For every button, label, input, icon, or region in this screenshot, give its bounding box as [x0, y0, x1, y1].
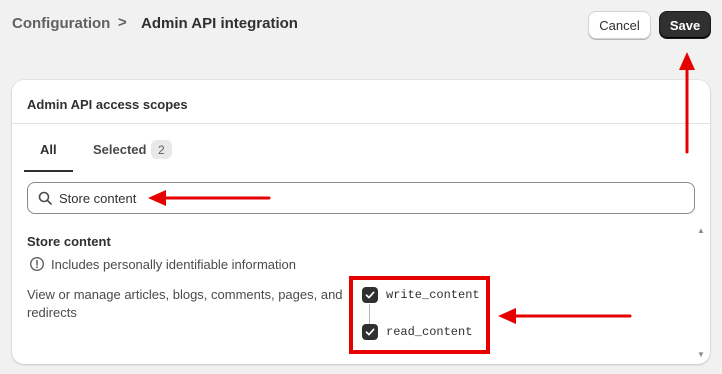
check-icon	[365, 328, 375, 336]
search-input[interactable]: Store content	[27, 182, 695, 214]
scope-write-content[interactable]: write_content	[362, 287, 480, 303]
checkbox-read-content[interactable]	[362, 324, 378, 340]
scroll-up-arrow-icon[interactable]: ▲	[697, 226, 705, 235]
check-icon	[365, 291, 375, 299]
search-icon	[38, 191, 52, 205]
selected-count-badge: 2	[151, 140, 172, 159]
scope-connector-line	[369, 304, 370, 324]
save-button[interactable]: Save	[659, 11, 711, 39]
access-scopes-card: Admin API access scopes All Selected 2 S…	[12, 80, 710, 364]
active-tab-indicator	[24, 170, 73, 172]
section-title: Store content	[27, 234, 111, 249]
info-circle-icon	[29, 256, 45, 272]
section-description: View or manage articles, blogs, comments…	[27, 287, 343, 320]
breadcrumb-configuration[interactable]: Configuration	[12, 15, 110, 32]
checkbox-write-content[interactable]	[362, 287, 378, 303]
scroll-down-arrow-icon[interactable]: ▼	[697, 350, 705, 359]
page-title: Admin API integration	[141, 15, 298, 32]
cancel-button[interactable]: Cancel	[588, 11, 651, 39]
scope-read-content[interactable]: read_content	[362, 324, 472, 340]
scope-label-write: write_content	[386, 288, 480, 302]
card-divider	[12, 123, 710, 124]
chevron-right-icon: >	[118, 14, 127, 31]
pii-notice: Includes personally identifiable informa…	[51, 257, 296, 272]
page-header: Configuration > Admin API integration Ca…	[0, 0, 722, 56]
scope-label-read: read_content	[386, 325, 473, 339]
tab-selected[interactable]: Selected	[93, 142, 146, 157]
card-title: Admin API access scopes	[27, 97, 188, 112]
search-value: Store content	[59, 191, 137, 206]
tab-all[interactable]: All	[40, 142, 57, 157]
